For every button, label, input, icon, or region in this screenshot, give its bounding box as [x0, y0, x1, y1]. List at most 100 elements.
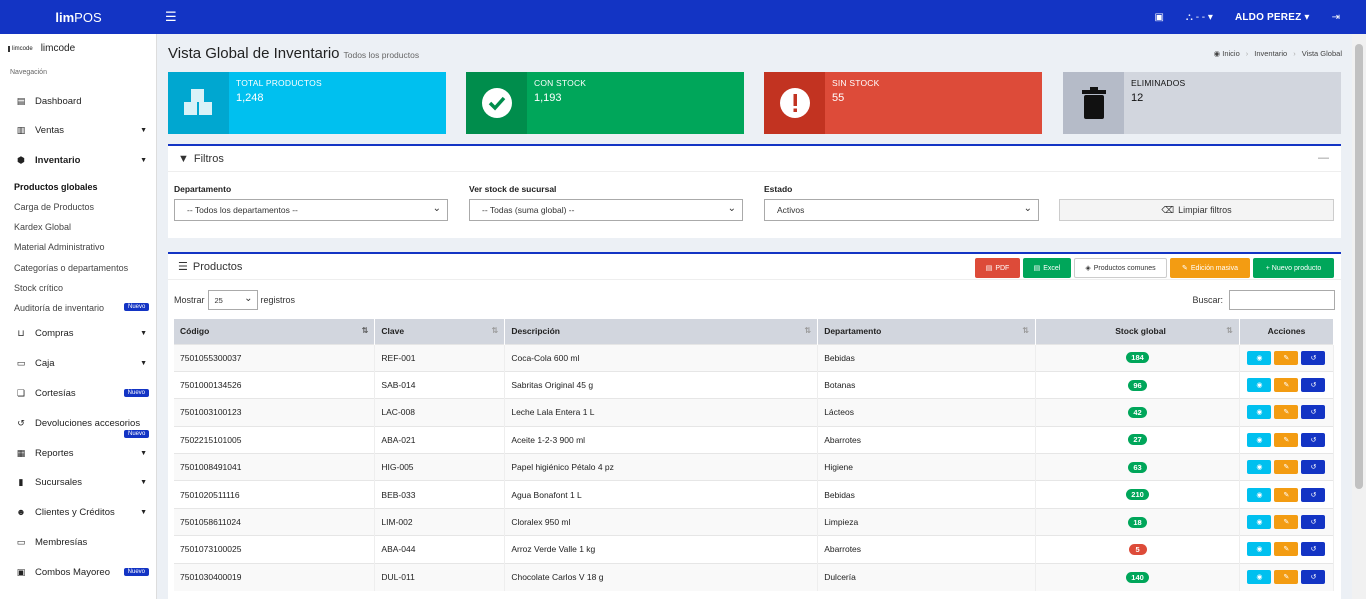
history-button[interactable]: ↺	[1301, 405, 1326, 420]
new-label: + Nuevo producto	[1265, 264, 1322, 272]
main-content: Vista Global de Inventario Todos los prod…	[157, 34, 1352, 599]
column-header-departamento[interactable]: Departamento ⇅	[817, 319, 1037, 344]
view-button[interactable]: ◉	[1247, 542, 1272, 557]
sidebar-label: Membresías	[35, 536, 88, 548]
header-label: Descripción	[511, 326, 560, 337]
history-button[interactable]: ↺	[1301, 515, 1326, 530]
view-button[interactable]: ◉	[1247, 432, 1272, 447]
check-circle-icon	[466, 72, 527, 134]
store-icon[interactable]: ▣	[1154, 12, 1163, 23]
sidebar-sub-kardex[interactable]: Kardex Global	[14, 222, 71, 232]
sidebar-item-inventario[interactable]: ⬢ Inventario ▼	[0, 148, 156, 172]
sidebar-item-ventas[interactable]: ▥ Ventas ▼	[0, 118, 156, 142]
sidebar-item-compras[interactable]: ⊔ Compras ▼	[0, 321, 156, 345]
mass-edit-button[interactable]: ✎ Edición masiva	[1170, 258, 1250, 278]
clear-filters-button[interactable]: ⌫ Limpiar filtros	[1059, 199, 1334, 221]
breadcrumb-home[interactable]: ◉ Inicio	[1214, 49, 1240, 58]
history-button[interactable]: ↺	[1301, 542, 1326, 557]
state-select-value: Activos	[777, 205, 805, 215]
search-input[interactable]	[1229, 290, 1335, 310]
view-button[interactable]: ◉	[1247, 378, 1272, 393]
stock-badge: 5	[1128, 543, 1147, 555]
column-header-codigo[interactable]: Código ⇅	[174, 319, 376, 344]
view-button[interactable]: ◉	[1247, 460, 1272, 475]
sidebar-sub-material[interactable]: Material Administrativo	[14, 242, 105, 252]
edit-button[interactable]: ✎	[1274, 432, 1299, 447]
cell-key: LAC-008	[374, 398, 506, 427]
edit-button[interactable]: ✎	[1274, 378, 1299, 393]
view-button[interactable]: ◉	[1247, 570, 1272, 585]
history-icon: ↺	[1310, 354, 1317, 362]
column-header-descripcion[interactable]: Descripción ⇅	[504, 319, 819, 344]
history-button[interactable]: ↺	[1301, 432, 1326, 447]
view-button[interactable]: ◉	[1247, 350, 1272, 365]
edit-button[interactable]: ✎	[1274, 542, 1299, 557]
cell-actions: ◉ ✎ ↺	[1239, 453, 1335, 481]
sidebar-item-membresias[interactable]: ▭ Membresías	[0, 530, 156, 554]
sidebar-sub-stock-critico[interactable]: Stock crítico	[14, 283, 63, 293]
cell-description: Sabritas Original 45 g	[504, 370, 819, 399]
sidebar-sub-productos-globales[interactable]: Productos globales	[14, 182, 98, 192]
history-button[interactable]: ↺	[1301, 378, 1326, 393]
box-icon: ▣	[16, 566, 26, 577]
dept-select[interactable]: -- Todos los departamentos -- ⌄	[174, 199, 448, 221]
column-header-stock[interactable]: Stock global ⇅	[1035, 319, 1240, 344]
list-icon: ☰	[178, 261, 188, 273]
history-button[interactable]: ↺	[1301, 570, 1326, 585]
branch-selector[interactable]: ⛬ - - ▾	[1186, 12, 1213, 23]
edit-button[interactable]: ✎	[1274, 487, 1299, 502]
logout-icon[interactable]: ⇥	[1332, 12, 1340, 23]
sidebar-sub-auditoria[interactable]: Auditoría de inventario Nuevo	[14, 303, 154, 313]
page-length-select[interactable]: 25 ⌄	[207, 290, 258, 310]
sidebar-item-dashboard[interactable]: ▤ Dashboard	[0, 89, 156, 113]
menu-toggle-icon[interactable]: ☰	[165, 9, 177, 25]
column-header-clave[interactable]: Clave ⇅	[374, 319, 506, 344]
page-title-text: Vista Global de Inventario	[168, 45, 340, 62]
sidebar-item-cortesias[interactable]: ❏ Cortesías Nuevo	[0, 381, 156, 405]
stat-label: ELIMINADOS	[1131, 78, 1186, 88]
sidebar-item-caja[interactable]: ▭ Caja ▼	[0, 351, 156, 375]
common-products-button[interactable]: ◈ Productos comunes	[1074, 258, 1167, 278]
sidebar-item-clientes[interactable]: ☻ Clientes y Créditos ▼	[0, 500, 156, 524]
sidebar-item-reportes[interactable]: ▦ Reportes ▼	[0, 441, 156, 465]
edit-button[interactable]: ✎	[1274, 405, 1299, 420]
gift-icon: ❏	[16, 387, 26, 398]
scrollbar-thumb[interactable]	[1355, 44, 1363, 489]
user-menu[interactable]: ALDO PEREZ ▾	[1235, 12, 1310, 23]
sidebar-sub-carga[interactable]: Carga de Productos	[14, 202, 94, 212]
pdf-button[interactable]: ▤ PDF	[975, 258, 1020, 278]
state-select[interactable]: Activos ⌄	[764, 199, 1039, 221]
view-button[interactable]: ◉	[1247, 487, 1272, 502]
history-button[interactable]: ↺	[1301, 460, 1326, 475]
edit-button[interactable]: ✎	[1274, 515, 1299, 530]
history-button[interactable]: ↺	[1301, 350, 1326, 365]
page-scrollbar[interactable]	[1352, 34, 1366, 599]
column-header-acciones: Acciones	[1239, 319, 1335, 344]
edit-icon: ✎	[1283, 354, 1290, 362]
edit-button[interactable]: ✎	[1274, 460, 1299, 475]
sidebar-item-combos[interactable]: ▣ Combos Mayoreo Nuevo	[0, 560, 156, 584]
edit-icon: ✎	[1283, 574, 1290, 582]
breadcrumb-inventario[interactable]: Inventario	[1254, 49, 1287, 58]
view-button[interactable]: ◉	[1247, 515, 1272, 530]
cell-key: HIG-005	[374, 453, 506, 481]
new-product-button[interactable]: + Nuevo producto	[1253, 258, 1334, 278]
app-logo[interactable]: lim POS	[0, 0, 157, 34]
branch-select[interactable]: -- Todas (suma global) -- ⌄	[469, 199, 743, 221]
header-label: Código	[180, 326, 210, 337]
history-button[interactable]: ↺	[1301, 487, 1326, 502]
collapse-icon[interactable]: —	[1318, 152, 1329, 164]
sidebar-sub-categorias[interactable]: Categorías o departamentos	[14, 263, 128, 273]
edit-button[interactable]: ✎	[1274, 350, 1299, 365]
eye-icon: ◉	[1256, 546, 1263, 554]
page-length-control: Mostrar 25 ⌄ registros	[174, 290, 295, 310]
sidebar-item-sucursales[interactable]: ▮ Sucursales ▼	[0, 470, 156, 494]
dept-label: Departamento	[174, 184, 232, 194]
cell-description: Aceite 1-2-3 900 ml	[504, 425, 819, 454]
sidebar-label: Clientes y Créditos	[35, 506, 115, 518]
header-label: Clave	[381, 326, 405, 337]
excel-button[interactable]: ▤ Excel	[1023, 258, 1071, 278]
edit-button[interactable]: ✎	[1274, 570, 1299, 585]
building-icon: ▮	[18, 476, 24, 487]
view-button[interactable]: ◉	[1247, 405, 1272, 420]
